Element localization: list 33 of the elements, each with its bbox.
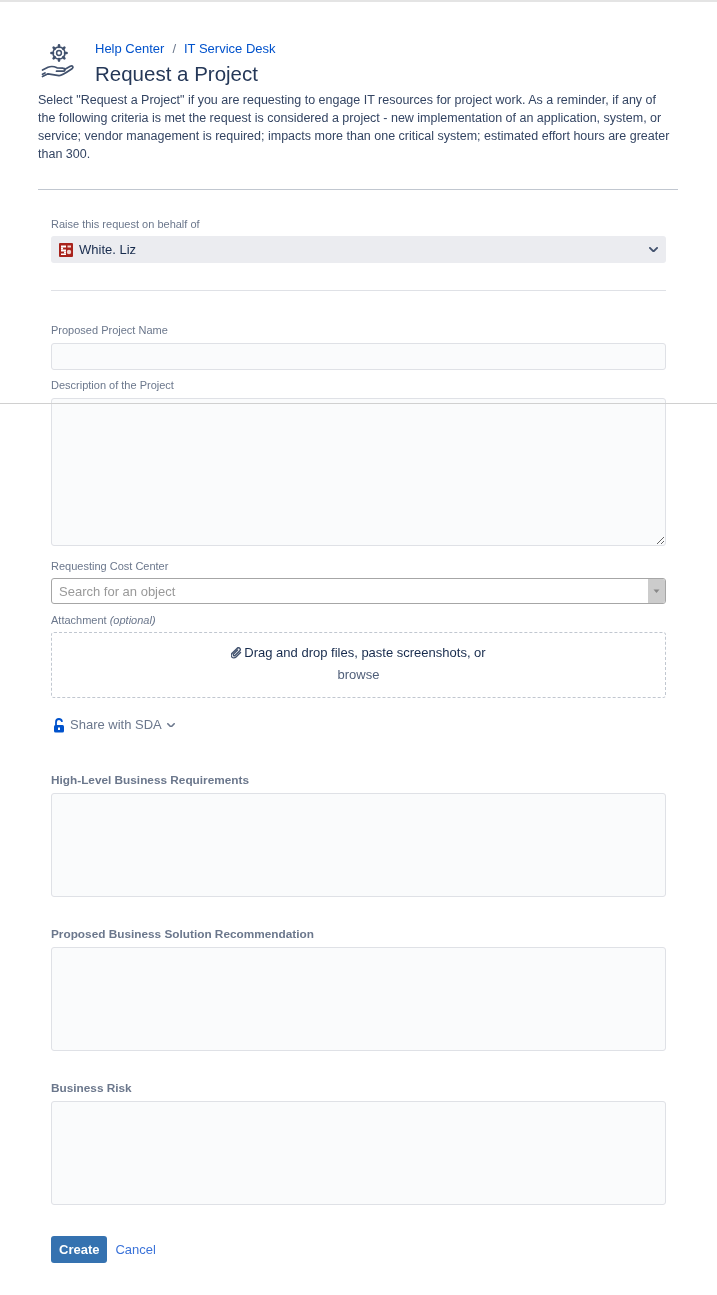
- field-label: Requesting Cost Center: [51, 559, 170, 573]
- browse-button[interactable]: browse: [337, 667, 380, 683]
- field-label: Attachment (optional): [51, 613, 157, 627]
- chevron-down-icon: [649, 246, 658, 253]
- request-description: Select "Request a Project" if you are requesting to engage IT resources for project work. As a reminder, if any of the following criteria is met the request is considered a project - new implementation of an application, system, or service; vendor management is required; impacts more than one critical system; estimated effort hours are greater than 300.: [38, 92, 671, 163]
- field-label: Proposed Project Name: [51, 323, 169, 337]
- avatar-icon: [59, 242, 73, 257]
- breadcrumb-link[interactable]: Help Center: [95, 41, 165, 57]
- textarea-field[interactable]: [51, 1101, 666, 1205]
- breadcrumb-link[interactable]: IT Service Desk: [184, 41, 276, 57]
- section-label: Business Risk: [51, 1080, 133, 1096]
- field-label: Raise this request on behalf of: [51, 217, 201, 231]
- drop-zone-prompt: Drag and drop files, paste screenshots, or: [244, 645, 486, 661]
- textarea-field[interactable]: [51, 793, 666, 897]
- section-label: High-Level Business Requirements: [51, 772, 250, 788]
- section-label: Proposed Business Solution Recommendation: [51, 926, 315, 942]
- cancel-link[interactable]: Cancel: [115, 1242, 156, 1257]
- paperclip-icon: [231, 647, 243, 659]
- user-select[interactable]: White. Liz: [51, 236, 666, 263]
- textarea-field[interactable]: [51, 398, 666, 546]
- textarea-field[interactable]: [51, 947, 666, 1051]
- page-title: Request a Project: [95, 61, 259, 86]
- search-select-field[interactable]: Search for an object: [51, 578, 666, 604]
- input-field[interactable]: [51, 343, 666, 370]
- file-drop-zone[interactable]: Drag and drop files, paste screenshots, or browse: [51, 632, 666, 698]
- chevron-down-icon: [166, 722, 175, 728]
- field-label: Description of the Project: [51, 378, 175, 392]
- unlocked-padlock-icon: [53, 717, 65, 733]
- breadcrumb-separator: /: [172, 41, 176, 57]
- gear-hand-icon: [41, 44, 75, 80]
- share-button[interactable]: Share with SDA: [51, 717, 175, 733]
- create-button[interactable]: Create: [51, 1236, 108, 1263]
- user-name: White. Liz: [79, 242, 138, 257]
